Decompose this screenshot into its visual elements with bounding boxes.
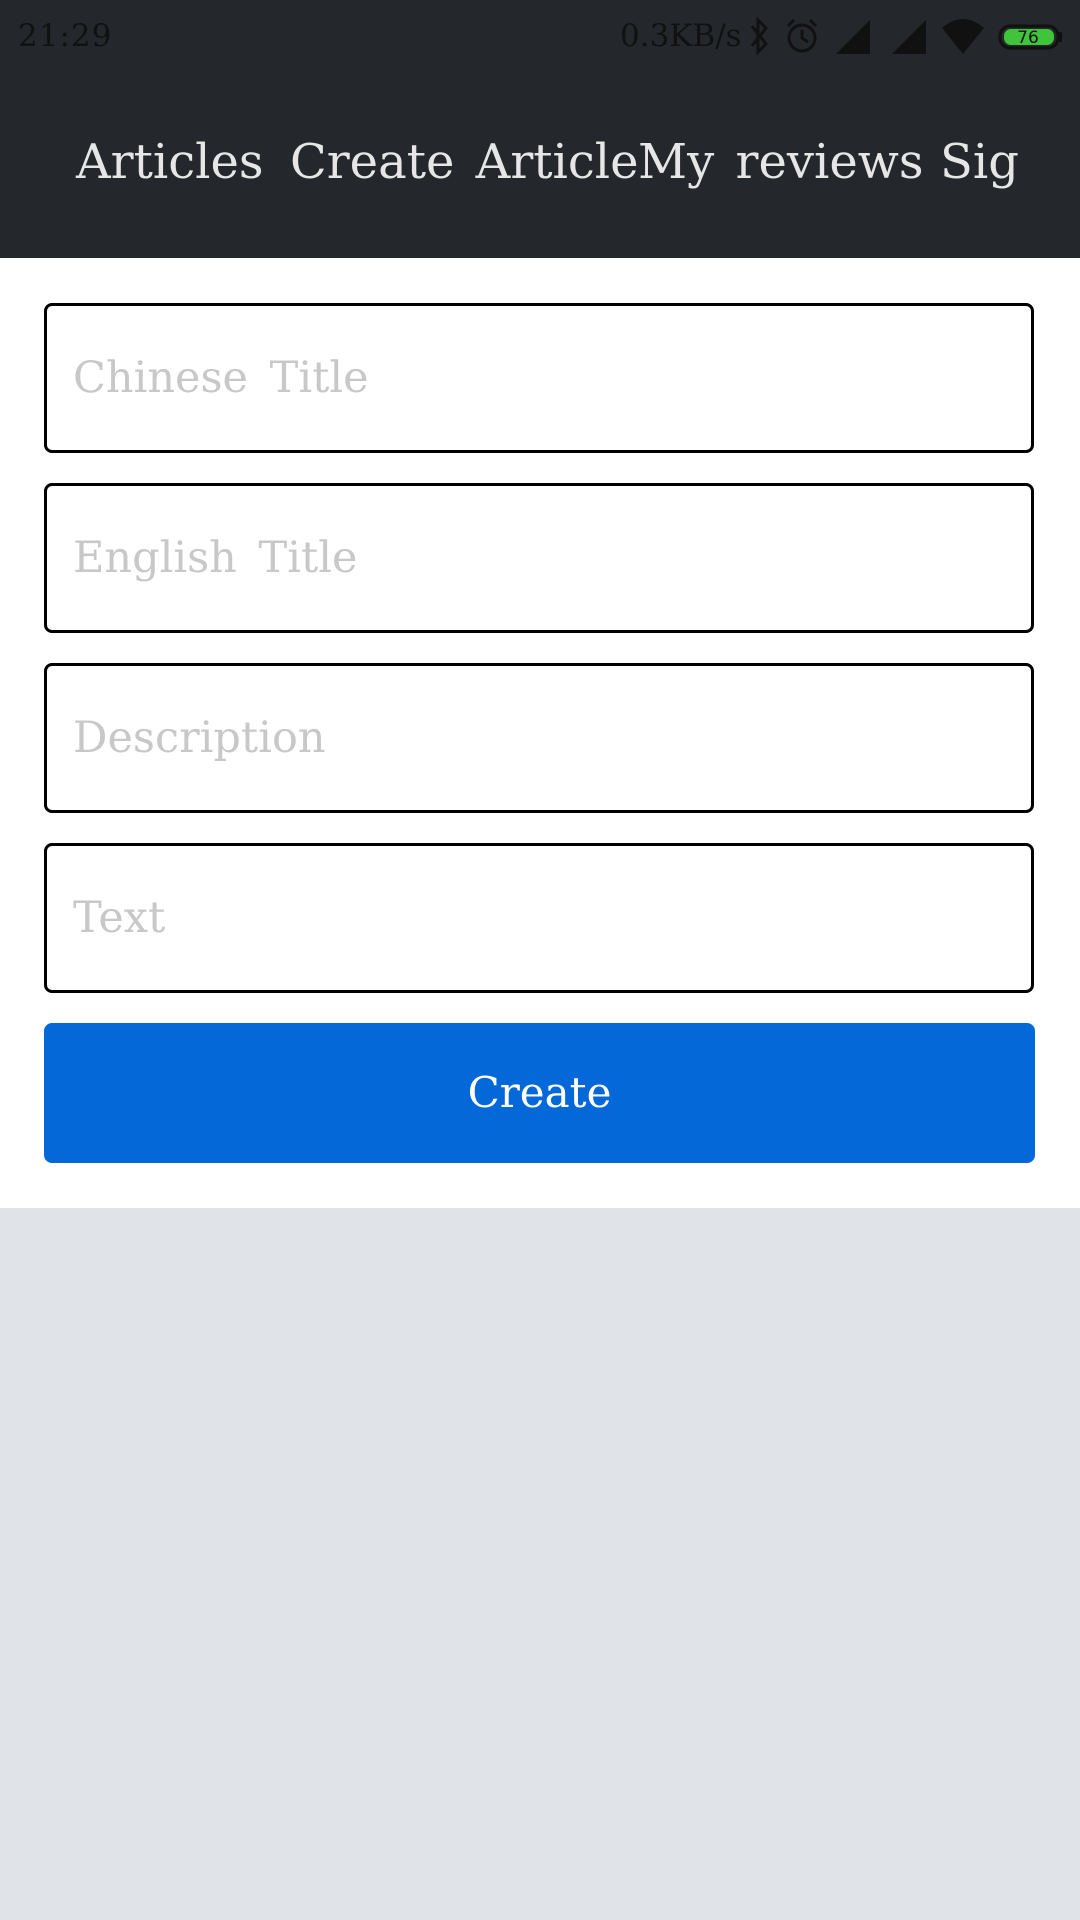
english-title-input[interactable]	[73, 486, 1003, 630]
wifi-icon	[942, 19, 984, 54]
nav-articles[interactable]: Articles	[76, 134, 264, 190]
english-title-field	[44, 483, 1034, 633]
chinese-title-input[interactable]	[73, 306, 1003, 450]
signal-icon	[892, 20, 926, 54]
alarm-icon	[786, 18, 818, 53]
nav-my-reviews[interactable]: My reviews	[638, 134, 923, 190]
description-input[interactable]	[73, 666, 1003, 810]
nav-sign[interactable]: Sig	[940, 134, 1019, 190]
signal-icon	[836, 20, 870, 54]
top-nav: Articles Create Article My reviews Sig	[0, 134, 1080, 214]
battery-icon: 76	[998, 24, 1062, 50]
battery-level: 76	[1017, 28, 1039, 48]
app-header: 21:29 0.3KB/s 76 Articles Create Article…	[0, 0, 1080, 258]
nav-create-article[interactable]: Create Article	[290, 134, 639, 190]
status-time: 21:29	[18, 18, 113, 54]
text-input[interactable]	[73, 846, 1003, 990]
status-bar: 21:29 0.3KB/s 76	[0, 0, 1080, 76]
create-button[interactable]: Create	[44, 1023, 1035, 1163]
text-field	[44, 843, 1034, 993]
bluetooth-icon	[750, 16, 768, 56]
network-speed: 0.3KB/s	[620, 18, 742, 54]
description-field	[44, 663, 1034, 813]
chinese-title-field	[44, 303, 1034, 453]
